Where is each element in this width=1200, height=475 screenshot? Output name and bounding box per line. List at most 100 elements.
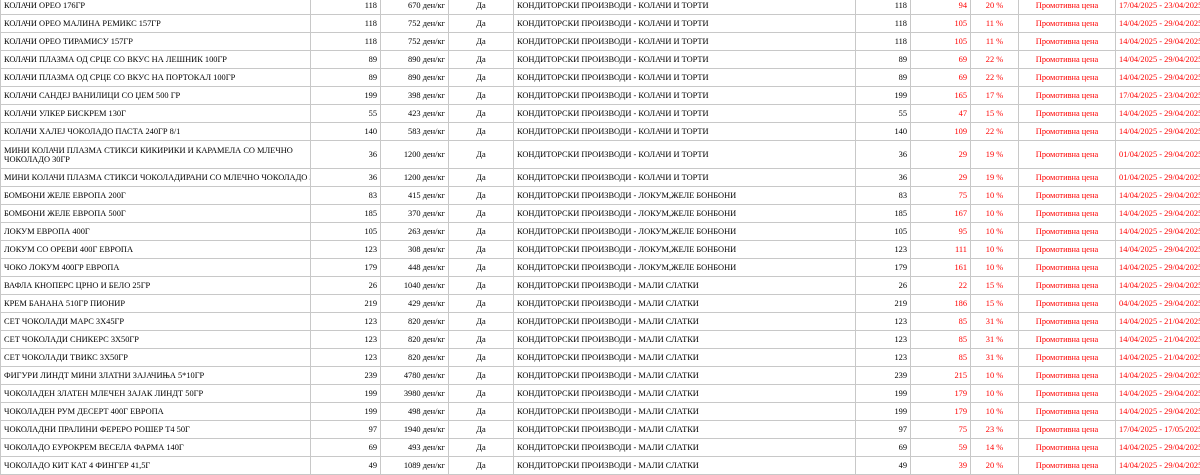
- regular-price-cell: 219: [856, 295, 911, 313]
- availability-cell: Да: [449, 313, 514, 331]
- category-cell: КОНДИТОРСКИ ПРОИЗВОДИ - ЛОКУМ,ЖЕЛЕ БОНБО…: [514, 223, 856, 241]
- promo-period-cell: 14/04/2025 - 29/04/2025: [1116, 223, 1200, 241]
- promo-period-cell: 14/04/2025 - 29/04/2025: [1116, 105, 1200, 123]
- promo-period-cell: 14/04/2025 - 29/04/2025: [1116, 277, 1200, 295]
- promo-price-cell: 69: [911, 69, 971, 87]
- table-row: КОЛАЧИ САНДЕЈ ВАНИЛИЦИ СО ЏЕМ 500 ГР1993…: [1, 87, 1200, 105]
- unit-price-cell: 820 ден/кг: [381, 349, 449, 367]
- quantity-cell: 199: [311, 385, 381, 403]
- regular-price-cell: 69: [856, 439, 911, 457]
- unit-price-cell: 423 ден/кг: [381, 105, 449, 123]
- quantity-cell: 97: [311, 421, 381, 439]
- promo-period-cell: 01/04/2025 - 29/04/2025: [1116, 169, 1200, 187]
- unit-price-cell: 370 ден/кг: [381, 205, 449, 223]
- price-type-cell: Промотивна цена: [1019, 169, 1116, 187]
- category-cell: КОНДИТОРСКИ ПРОИЗВОДИ - КОЛАЧИ И ТОРТИ: [514, 33, 856, 51]
- regular-price-cell: 26: [856, 277, 911, 295]
- discount-cell: 10 %: [971, 259, 1019, 277]
- promo-period-cell: 14/04/2025 - 29/04/2025: [1116, 259, 1200, 277]
- table-row: КОЛАЧИ УЛКЕР БИСКРЕМ 130Г55423 ден/кгДаК…: [1, 105, 1200, 123]
- product-name-cell: СЕТ ЧОКОЛАДИ СНИКЕРС 3Х50ГР: [1, 331, 311, 349]
- promo-price-cell: 109: [911, 123, 971, 141]
- price-type-cell: Промотивна цена: [1019, 15, 1116, 33]
- product-name-cell: КОЛАЧИ ХАЛЕЈ ЧОКОЛАДО ПАСТА 240ГР 8/1: [1, 123, 311, 141]
- promo-price-cell: 165: [911, 87, 971, 105]
- availability-cell: Да: [449, 169, 514, 187]
- category-cell: КОНДИТОРСКИ ПРОИЗВОДИ - КОЛАЧИ И ТОРТИ: [514, 169, 856, 187]
- category-cell: КОНДИТОРСКИ ПРОИЗВОДИ - КОЛАЧИ И ТОРТИ: [514, 0, 856, 15]
- category-cell: КОНДИТОРСКИ ПРОИЗВОДИ - КОЛАЧИ И ТОРТИ: [514, 123, 856, 141]
- table-row: ЛОКУМ СО ОРЕВИ 400Г ЕВРОПА123308 ден/кгД…: [1, 241, 1200, 259]
- regular-price-cell: 36: [856, 169, 911, 187]
- regular-price-cell: 36: [856, 141, 911, 169]
- promo-price-cell: 75: [911, 421, 971, 439]
- promo-period-cell: 14/04/2025 - 29/04/2025: [1116, 15, 1200, 33]
- regular-price-cell: 140: [856, 123, 911, 141]
- category-cell: КОНДИТОРСКИ ПРОИЗВОДИ - МАЛИ СЛАТКИ: [514, 457, 856, 475]
- promo-price-cell: 85: [911, 349, 971, 367]
- promo-period-cell: 14/04/2025 - 29/04/2025: [1116, 367, 1200, 385]
- product-name-cell: ЧОКОЛАДО КИТ КАТ 4 ФИНГЕР 41,5Г: [1, 457, 311, 475]
- quantity-cell: 123: [311, 241, 381, 259]
- discount-cell: 22 %: [971, 51, 1019, 69]
- product-name-cell: ЧОКОЛАДЕН ЗЛАТЕН МЛЕЧЕН ЗАЈАК ЛИНДТ 50ГР: [1, 385, 311, 403]
- quantity-cell: 49: [311, 457, 381, 475]
- availability-cell: Да: [449, 187, 514, 205]
- promo-period-cell: 14/04/2025 - 29/04/2025: [1116, 241, 1200, 259]
- promo-price-cell: 105: [911, 33, 971, 51]
- promo-period-cell: 14/04/2025 - 29/04/2025: [1116, 439, 1200, 457]
- product-name-cell: ФИГУРИ ЛИНДТ МИНИ ЗЛАТНИ ЗАЈАЧИЊА 5*10ГР: [1, 367, 311, 385]
- promo-price-cell: 186: [911, 295, 971, 313]
- availability-cell: Да: [449, 51, 514, 69]
- discount-cell: 10 %: [971, 223, 1019, 241]
- product-name-cell: ЧОКОЛАДЕН РУМ ДЕСЕРТ 400Г ЕВРОПА: [1, 403, 311, 421]
- unit-price-cell: 670 ден/кг: [381, 0, 449, 15]
- unit-price-cell: 1089 ден/кг: [381, 457, 449, 475]
- regular-price-cell: 123: [856, 241, 911, 259]
- unit-price-cell: 752 ден/кг: [381, 15, 449, 33]
- discount-cell: 31 %: [971, 349, 1019, 367]
- category-cell: КОНДИТОРСКИ ПРОИЗВОДИ - КОЛАЧИ И ТОРТИ: [514, 141, 856, 169]
- discount-cell: 31 %: [971, 313, 1019, 331]
- discount-cell: 15 %: [971, 277, 1019, 295]
- price-type-cell: Промотивна цена: [1019, 0, 1116, 15]
- product-name-cell: КОЛАЧИ ПЛАЗМА ОД СРЦЕ СО ВКУС НА ЛЕШНИК …: [1, 51, 311, 69]
- table-row: СЕТ ЧОКОЛАДИ МАРС 3Х45ГР123820 ден/кгДаК…: [1, 313, 1200, 331]
- category-cell: КОНДИТОРСКИ ПРОИЗВОДИ - МАЛИ СЛАТКИ: [514, 367, 856, 385]
- promo-period-cell: 01/04/2025 - 29/04/2025: [1116, 141, 1200, 169]
- availability-cell: Да: [449, 123, 514, 141]
- regular-price-cell: 89: [856, 69, 911, 87]
- quantity-cell: 185: [311, 205, 381, 223]
- product-name-cell: КРЕМ БАНАНА 510ГР ПИОНИР: [1, 295, 311, 313]
- promo-period-cell: 14/04/2025 - 29/04/2025: [1116, 385, 1200, 403]
- unit-price-cell: 498 ден/кг: [381, 403, 449, 421]
- promo-price-table: КОЛАЧИ ОРЕО 176ГР118670 ден/кгДаКОНДИТОР…: [0, 0, 1200, 475]
- discount-cell: 10 %: [971, 241, 1019, 259]
- promo-period-cell: 14/04/2025 - 29/04/2025: [1116, 187, 1200, 205]
- promo-period-cell: 14/04/2025 - 29/04/2025: [1116, 51, 1200, 69]
- table-row: КОЛАЧИ ОРЕО МАЛИНА РЕМИКС 157ГР118752 де…: [1, 15, 1200, 33]
- product-name-cell: ВАФЛА КНОПЕРС ЦРНО И БЕЛО 25ГР: [1, 277, 311, 295]
- quantity-cell: 36: [311, 141, 381, 169]
- availability-cell: Да: [449, 241, 514, 259]
- discount-cell: 11 %: [971, 33, 1019, 51]
- product-name-cell: КОЛАЧИ УЛКЕР БИСКРЕМ 130Г: [1, 105, 311, 123]
- discount-cell: 31 %: [971, 331, 1019, 349]
- regular-price-cell: 199: [856, 403, 911, 421]
- regular-price-cell: 123: [856, 313, 911, 331]
- promo-price-cell: 22: [911, 277, 971, 295]
- availability-cell: Да: [449, 141, 514, 169]
- price-type-cell: Промотивна цена: [1019, 141, 1116, 169]
- unit-price-cell: 1040 ден/кг: [381, 277, 449, 295]
- promo-period-cell: 14/04/2025 - 29/04/2025: [1116, 33, 1200, 51]
- availability-cell: Да: [449, 295, 514, 313]
- product-name-cell: КОЛАЧИ ОРЕО МАЛИНА РЕМИКС 157ГР: [1, 15, 311, 33]
- table-row: ЧОКОЛАДО КИТ КАТ 4 ФИНГЕР 41,5Г491089 де…: [1, 457, 1200, 475]
- price-type-cell: Промотивна цена: [1019, 349, 1116, 367]
- category-cell: КОНДИТОРСКИ ПРОИЗВОДИ - ЛОКУМ,ЖЕЛЕ БОНБО…: [514, 187, 856, 205]
- promo-price-cell: 111: [911, 241, 971, 259]
- promo-price-cell: 167: [911, 205, 971, 223]
- category-cell: КОНДИТОРСКИ ПРОИЗВОДИ - КОЛАЧИ И ТОРТИ: [514, 87, 856, 105]
- category-cell: КОНДИТОРСКИ ПРОИЗВОДИ - ЛОКУМ,ЖЕЛЕ БОНБО…: [514, 205, 856, 223]
- regular-price-cell: 123: [856, 331, 911, 349]
